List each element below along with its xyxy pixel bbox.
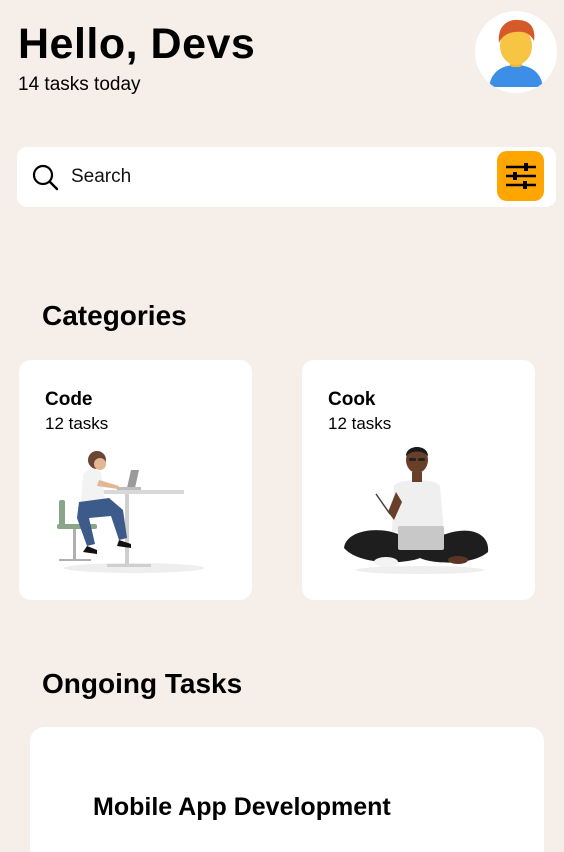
greeting-title: Hello, Devs [18, 20, 256, 68]
category-name: Code [45, 389, 93, 410]
person-at-desk-illustration [57, 451, 204, 573]
category-card-cook[interactable]: Cook 12 tasks [302, 360, 535, 600]
avatar[interactable] [475, 11, 557, 93]
filter-button[interactable] [497, 151, 544, 201]
search-icon [32, 164, 59, 191]
category-task-count: 12 tasks [328, 414, 392, 433]
person-sitting-illustration [344, 447, 489, 574]
search-bar [17, 147, 556, 207]
category-task-count: 12 tasks [45, 414, 109, 433]
ongoing-tasks-heading: Ongoing Tasks [42, 668, 243, 699]
ongoing-task-card[interactable]: Mobile App Development [30, 727, 544, 852]
category-name: Cook [328, 389, 376, 410]
category-card-code[interactable]: Code 12 tasks [19, 360, 252, 600]
categories-heading: Categories [42, 300, 187, 331]
sliders-icon [505, 163, 536, 189]
task-title: Mobile App Development [93, 793, 391, 821]
search-input[interactable] [71, 160, 481, 194]
task-count-subtitle: 14 tasks today [18, 74, 141, 95]
user-avatar-icon [489, 19, 543, 87]
